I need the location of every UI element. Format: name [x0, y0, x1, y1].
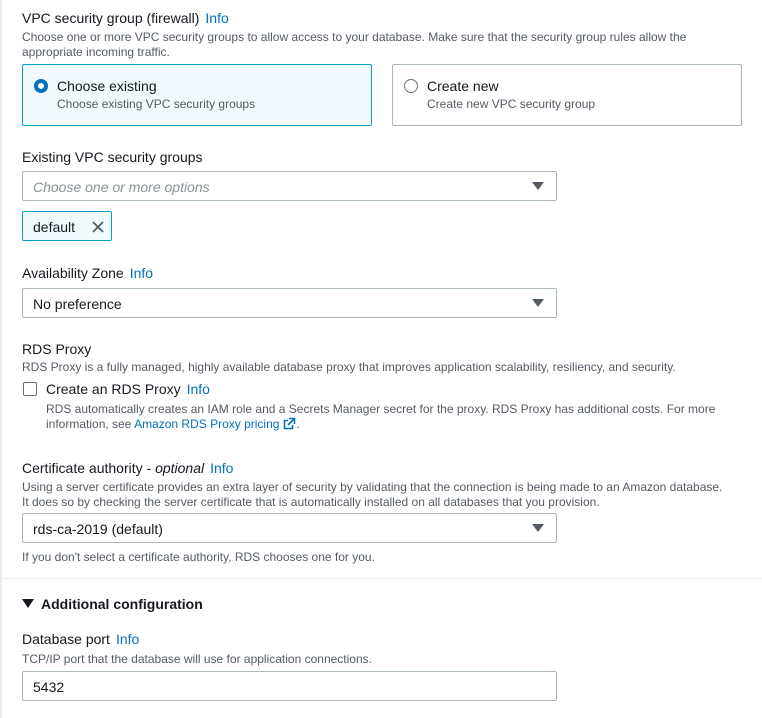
rds-proxy-desc-suffix: . [296, 417, 300, 431]
vpc-sg-info-link[interactable]: Info [205, 10, 228, 26]
chevron-down-icon[interactable] [22, 599, 34, 609]
rds-proxy-desc-prefix: information, see [46, 417, 135, 431]
checkbox-icon[interactable] [23, 382, 37, 396]
caret-down-icon [532, 299, 544, 307]
db-port-value: 5432 [33, 679, 65, 695]
db-port-description: TCP/IP port that the database will use f… [22, 652, 372, 666]
vpc-sg-description: Choose one or more VPC security groups t… [22, 30, 687, 59]
vpc-sg-title: VPC security group (firewall) [22, 10, 200, 26]
az-select[interactable]: No preference [22, 288, 557, 318]
vpc-sg-heading: VPC security group (firewall) Info [22, 10, 229, 28]
radio-unselected-icon[interactable] [404, 79, 418, 93]
db-port-info-link[interactable]: Info [116, 631, 139, 647]
az-heading: Availability Zone Info [22, 265, 153, 283]
cert-info-link[interactable]: Info [210, 460, 233, 476]
existing-sg-multiselect[interactable]: Choose one or more options [22, 171, 557, 201]
db-port-input[interactable]: 5432 [22, 671, 557, 701]
create-new-title: Create new [427, 78, 499, 94]
section-left-border [0, 0, 2, 718]
sg-token-label: default [33, 219, 76, 235]
cert-select[interactable]: rds-ca-2019 (default) [22, 513, 557, 543]
cert-description-2: It does so by checking the server certif… [22, 495, 600, 509]
close-icon[interactable] [91, 220, 105, 234]
sg-token-default: default [22, 211, 112, 241]
rds-proxy-checkbox-desc-2: information, see Amazon RDS Proxy pricin… [46, 417, 300, 432]
az-value: No preference [33, 296, 122, 312]
az-info-link[interactable]: Info [130, 265, 153, 281]
rds-proxy-pricing-link[interactable]: Amazon RDS Proxy pricing [134, 417, 279, 431]
section-divider [0, 578, 762, 579]
existing-sg-label: Existing VPC security groups [22, 149, 203, 165]
cert-hint: If you don't select a certificate author… [22, 550, 375, 564]
az-label: Availability Zone [22, 265, 124, 281]
rds-proxy-info-link[interactable]: Info [187, 381, 210, 397]
radio-selected-icon[interactable] [34, 79, 48, 93]
create-new-card[interactable]: Create new Create new VPC security group [392, 64, 742, 126]
cert-label: Certificate authority [22, 460, 143, 476]
rds-proxy-checkbox-heading: Create an RDS Proxy Info [46, 381, 210, 399]
create-new-desc: Create new VPC security group [427, 97, 596, 111]
rds-proxy-description: RDS Proxy is a fully managed, highly ava… [22, 360, 676, 374]
choose-existing-card[interactable]: Choose existing Choose existing VPC secu… [22, 64, 372, 126]
caret-down-icon [532, 182, 544, 190]
choose-existing-title: Choose existing [57, 78, 157, 94]
cert-value: rds-ca-2019 (default) [33, 521, 163, 537]
cert-heading: Certificate authority - optional Info [22, 460, 234, 476]
cert-description-1: Using a server certificate provides an e… [22, 480, 723, 494]
rds-proxy-title: RDS Proxy [22, 341, 92, 357]
cert-optional: optional [155, 460, 205, 476]
rds-proxy-checkbox-label[interactable]: Create an RDS Proxy [46, 381, 181, 397]
db-port-heading: Database port Info [22, 631, 139, 649]
db-port-label: Database port [22, 631, 110, 647]
choose-existing-desc: Choose existing VPC security groups [57, 97, 256, 111]
rds-proxy-checkbox-desc-1: RDS automatically creates an IAM role an… [46, 402, 716, 416]
existing-sg-placeholder: Choose one or more options [33, 179, 210, 195]
caret-down-icon [532, 524, 544, 532]
external-link-icon[interactable] [283, 417, 296, 430]
additional-config-toggle[interactable]: Additional configuration [41, 596, 203, 612]
